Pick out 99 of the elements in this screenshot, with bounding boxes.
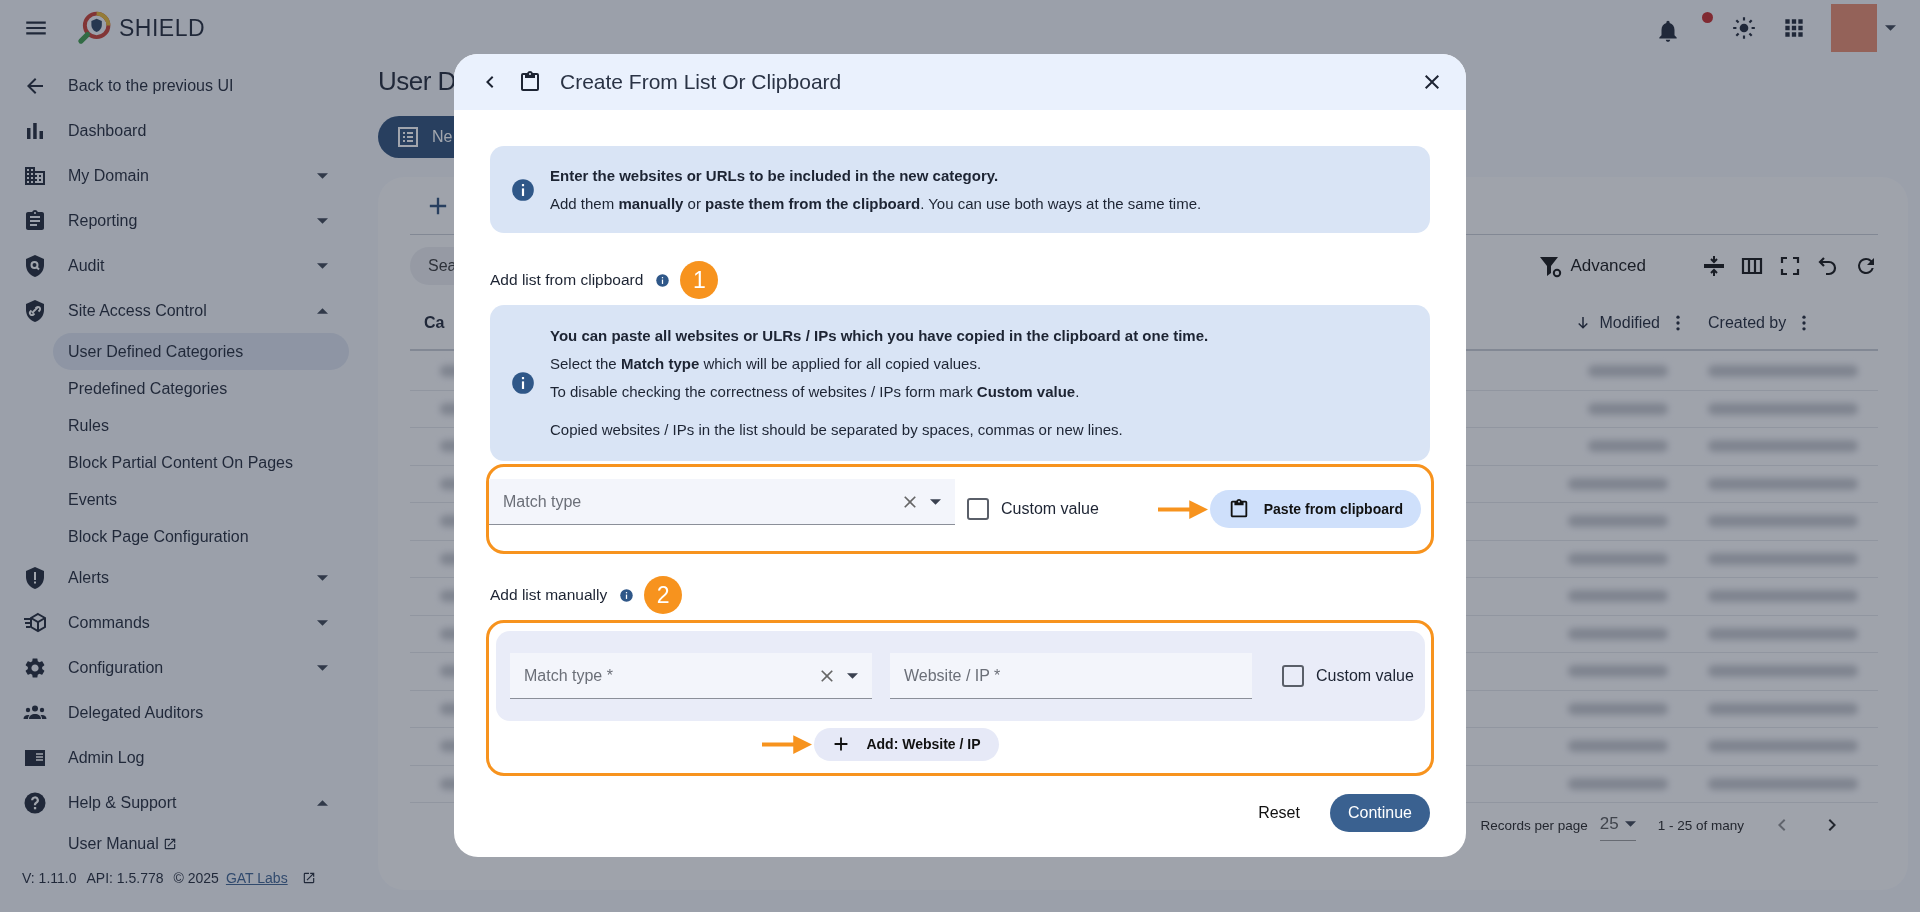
list-icon [396, 125, 420, 149]
advanced-filter-button[interactable]: Advanced [1532, 253, 1652, 279]
nav-label[interactable]: Audit [68, 256, 317, 275]
continue-button[interactable]: Continue [1329, 794, 1430, 832]
caret-down-icon[interactable] [1885, 25, 1896, 31]
info-text: To disable checking the correctness of websites / IPs form mark Custom value. [550, 382, 1081, 402]
checkbox-label[interactable]: Custom value [1001, 500, 1099, 518]
nav-label[interactable]: Delegated Auditors [68, 703, 334, 722]
info-text: You can paste all websites or ULRs / IPs which you have copied in the clipboard at one time. [550, 326, 1209, 346]
help-icon [23, 790, 47, 815]
nav-label[interactable]: Commands [68, 613, 317, 632]
nav-label[interactable]: My Domain [68, 166, 317, 185]
nav-subitem[interactable]: Events [53, 481, 349, 518]
shield-magnifier-logo-icon [77, 11, 111, 45]
nav-subitem[interactable]: Predefined Categories [53, 370, 349, 407]
cube-lines-icon [23, 610, 47, 635]
clipboard-icon [518, 70, 542, 94]
nav-subitem[interactable]: Block Partial Content On Pages [53, 444, 349, 481]
api-version-text: API: 1.5.778 [86, 870, 164, 886]
pointer-arrow-icon [1157, 499, 1208, 519]
filter-gear-icon [1538, 254, 1563, 278]
info-text: Add them manually or paste them from the clipboard. You can use both ways at the same time. [550, 193, 1202, 214]
external-link-icon [301, 871, 316, 885]
nav-subitem[interactable]: User Defined Categories [53, 333, 349, 370]
nav-subitem[interactable]: Block Page Configuration [53, 518, 349, 555]
dialog-title: Create From List Or Clipboard [560, 70, 842, 94]
nav-item[interactable]: Configuration [0, 645, 360, 690]
brand-name: SHIELD [119, 14, 206, 42]
records-per-page-label: Records per page [1480, 817, 1588, 833]
nav-item[interactable]: Alerts [0, 555, 360, 600]
shield-search-icon [23, 253, 47, 278]
caret-down-icon[interactable] [317, 172, 328, 179]
caret-up-icon[interactable] [317, 307, 328, 314]
caret-down-icon[interactable] [847, 673, 858, 679]
nav-item[interactable]: Reporting [0, 198, 360, 243]
version-text: V: 1.11.0 [22, 870, 77, 886]
info-icon [510, 176, 536, 203]
nav-subitem[interactable]: User Manual [53, 825, 349, 862]
paste-button[interactable]: Paste from clipboard [1209, 490, 1421, 528]
caret-down-icon[interactable] [317, 664, 328, 671]
nav-item[interactable]: Commands [0, 600, 360, 645]
nav-item[interactable]: Dashboard [0, 108, 360, 153]
caret-down-icon[interactable] [317, 217, 328, 224]
match-type-select[interactable]: Match type [489, 479, 955, 525]
nav-label[interactable]: Help & Support [68, 793, 317, 812]
nav-label[interactable]: Site Access Control [68, 301, 317, 320]
shield-link-icon [23, 298, 47, 323]
section-label: Add list from clipboard [490, 271, 644, 289]
nav-label[interactable]: Alerts [68, 568, 317, 587]
company-link[interactable]: GAT Labs [225, 870, 288, 886]
add-website-button[interactable]: Add: Website / IP [814, 727, 999, 761]
page-size-select[interactable]: 25 [1599, 809, 1636, 841]
nav-item[interactable]: Audit [0, 243, 360, 288]
caret-down-icon[interactable] [930, 499, 941, 505]
website-field[interactable]: Website / IP * [890, 653, 1252, 699]
gear-icon [23, 655, 47, 680]
checkbox[interactable] [967, 498, 989, 520]
column-header[interactable]: Created by [1708, 313, 1878, 333]
caret-down-icon[interactable] [317, 619, 328, 626]
info-icon [655, 272, 671, 288]
nav-subitem[interactable]: Rules [53, 407, 349, 444]
checkbox[interactable] [1282, 665, 1304, 687]
caret-down-icon [1624, 820, 1636, 827]
nav-item[interactable]: My Domain [0, 153, 360, 198]
match-type-select[interactable]: Match type * [510, 653, 872, 699]
notification-dot [1702, 12, 1713, 23]
info-icon [619, 587, 635, 603]
nav-label[interactable]: Reporting [68, 211, 317, 230]
reset-button[interactable]: Reset [1254, 796, 1304, 830]
nav-item[interactable]: Help & Support [0, 780, 360, 825]
nav-item[interactable]: Delegated Auditors [0, 690, 360, 735]
fullscreen-icon[interactable] [1778, 254, 1802, 278]
caret-down-icon[interactable] [317, 262, 328, 269]
shield-exclamation-icon [23, 565, 47, 590]
info-text: Select the Match type which will be applied for all copied values. [550, 354, 983, 374]
nav-item[interactable]: Back to the previous UI [0, 63, 360, 108]
nav-label[interactable]: Configuration [68, 658, 317, 677]
section-label: Add list manually [490, 586, 608, 604]
external-link-icon [162, 836, 177, 851]
column-header[interactable]: Modified [1472, 313, 1708, 333]
pointer-arrow-icon [762, 734, 813, 754]
nav-label[interactable]: Dashboard [68, 121, 334, 140]
nav-item[interactable]: Admin Log [0, 735, 360, 780]
info-icon [510, 370, 536, 396]
copyright-text: © 2025 [173, 870, 219, 886]
info-text: Copied websites / IPs in the list should be separated by spaces, commas or new lines. [550, 420, 1124, 440]
clipboard-icon [23, 208, 47, 233]
step-badge: 2 [644, 576, 683, 614]
checkbox-label[interactable]: Custom value [1316, 667, 1414, 685]
step-badge: 1 [680, 261, 719, 299]
info-text: Enter the websites or URLs to be included in the new category. [550, 165, 1000, 186]
sun-icon[interactable] [1731, 15, 1757, 41]
caret-up-icon[interactable] [317, 799, 328, 806]
page-range-text: 1 - 25 of many [1657, 817, 1744, 833]
caret-down-icon[interactable] [317, 574, 328, 581]
nav-label[interactable]: Admin Log [68, 748, 334, 767]
nav-label[interactable]: Back to the previous UI [68, 76, 334, 95]
nav-item[interactable]: Site Access Control [0, 288, 360, 333]
compress-rows-icon[interactable] [1702, 254, 1726, 278]
